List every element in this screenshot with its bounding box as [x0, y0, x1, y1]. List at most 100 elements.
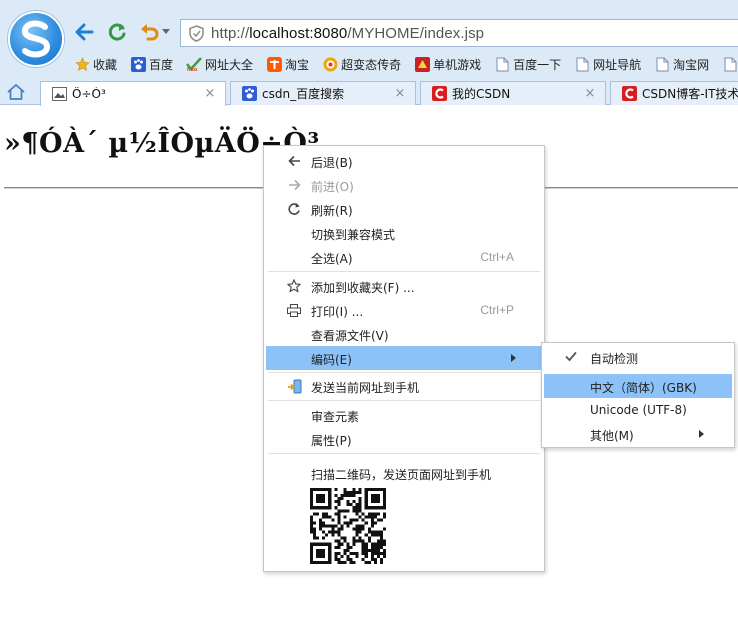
close-icon[interactable]: ×: [393, 86, 407, 101]
shield-icon: [187, 24, 205, 42]
submenu-item-gbk[interactable]: 中文（简体）(GBK): [544, 374, 732, 398]
taobao-icon: [266, 56, 282, 72]
tab-baidu-search[interactable]: csdn_百度搜索 ×: [230, 81, 416, 105]
bookmark-taobao[interactable]: 淘宝: [266, 56, 309, 73]
close-icon[interactable]: ×: [203, 87, 217, 101]
close-icon[interactable]: ×: [583, 86, 597, 101]
bookmarks-bar: 收藏 百度 hao 网址大全 淘宝 超变态传奇 单机游戏 百度一下 网址导航 淘…: [74, 54, 738, 74]
bookmark-taobao-site[interactable]: 淘宝网: [654, 56, 709, 73]
menu-item-add-favorite[interactable]: 添加到收藏夹(F) ...: [266, 274, 542, 298]
hao123-icon: hao: [186, 56, 202, 72]
tab-my-csdn[interactable]: 我的CSDN ×: [420, 81, 606, 105]
refresh-icon: [286, 201, 302, 217]
printer-icon: [286, 302, 302, 318]
bookmark-baidu-search[interactable]: 百度一下: [494, 56, 561, 73]
menu-item-back[interactable]: 后退(B): [266, 149, 542, 173]
bookmark-favorites[interactable]: 收藏: [74, 56, 117, 73]
menu-label: 后退(B): [311, 156, 353, 170]
game-icon: [322, 56, 338, 72]
bookmark-baidu[interactable]: 百度: [130, 56, 173, 73]
bookmark-game[interactable]: 超变态传奇: [322, 56, 401, 73]
bookmark-jd[interactable]: 京: [722, 56, 738, 73]
menu-item-forward[interactable]: 前进(O): [266, 173, 542, 197]
page-icon: [722, 56, 738, 72]
context-menu: 后退(B) 前进(O) 刷新(R) 切换到兼容模式 全选(A) Ctrl+A 添…: [263, 145, 545, 572]
menu-item-encoding[interactable]: 编码(E): [266, 346, 542, 370]
submenu-label: Unicode (UTF-8): [590, 403, 687, 417]
url-text[interactable]: http://localhost:8080/MYHOME/index.jsp: [211, 25, 484, 42]
submenu-label: 其他(M): [590, 429, 634, 443]
bookmark-label: 网址大全: [205, 57, 254, 72]
submenu-item-utf8[interactable]: Unicode (UTF-8): [544, 398, 732, 422]
tab-csdn-blog[interactable]: CSDN博客-IT技术写: [610, 81, 738, 105]
menu-separator: [268, 400, 540, 401]
baidu-paw-icon: [130, 56, 146, 72]
tab-home-page[interactable]: Ö÷Ò³ ×: [40, 81, 226, 106]
menu-label: 属性(P): [311, 434, 352, 448]
menu-separator: [268, 453, 540, 454]
csdn-icon: [431, 86, 447, 102]
url-scheme: http://: [211, 24, 250, 42]
menu-item-qr-send: 扫描二维码，发送页面网址到手机: [266, 461, 542, 485]
bookmark-hao123[interactable]: hao 网址大全: [186, 56, 253, 73]
menu-item-print[interactable]: 打印(I) ... Ctrl+P: [266, 298, 542, 322]
browser-chrome: http://localhost:8080/MYHOME/index.jsp 收…: [0, 0, 738, 106]
menu-label: 添加到收藏夹(F) ...: [311, 281, 415, 295]
menu-label: 刷新(R): [311, 204, 353, 218]
undo-dropdown-button[interactable]: [160, 20, 172, 44]
star-icon: [74, 56, 90, 72]
home-icon: [7, 84, 25, 100]
back-arrow-icon: [75, 23, 94, 41]
menu-label: 切换到兼容模式: [311, 228, 396, 242]
menu-label: 全选(A): [311, 252, 353, 266]
page-icon: [494, 56, 510, 72]
submenu-arrow-icon: [511, 354, 516, 362]
undo-arrow-icon: [141, 24, 159, 41]
menu-item-properties[interactable]: 属性(P): [266, 427, 542, 451]
menu-label: 打印(I) ...: [311, 305, 364, 319]
menu-item-refresh[interactable]: 刷新(R): [266, 197, 542, 221]
game-site-icon: [414, 56, 430, 72]
send-to-phone-icon: [286, 378, 302, 394]
submenu-label: 中文（简体）(GBK): [590, 381, 697, 395]
refresh-icon: [108, 23, 126, 41]
menu-label: 发送当前网址到手机: [311, 381, 420, 395]
checkmark-icon: [564, 349, 580, 365]
bookmark-game-site[interactable]: 单机游戏: [414, 56, 481, 73]
bookmark-label: 单机游戏: [433, 57, 482, 72]
baidu-paw-icon: [241, 86, 257, 102]
url-path: /MYHOME/index.jsp: [347, 24, 485, 42]
tab-strip: Ö÷Ò³ × csdn_百度搜索 × 我的CSDN × CSDN博客-IT技术写: [0, 79, 738, 106]
menu-item-inspect[interactable]: 审查元素: [266, 403, 542, 427]
qr-code-image[interactable]: [310, 488, 386, 564]
menu-item-view-source[interactable]: 查看源文件(V): [266, 322, 542, 346]
back-button[interactable]: [72, 20, 96, 44]
bookmark-label: 百度: [149, 57, 174, 72]
sogou-browser-logo[interactable]: [8, 11, 64, 67]
csdn-icon: [621, 86, 637, 102]
bookmark-label: 淘宝: [285, 57, 310, 72]
submenu-arrow-icon: [699, 430, 704, 438]
menu-label: 前进(O): [311, 180, 354, 194]
page-icon: [654, 56, 670, 72]
menu-label: 扫描二维码，发送页面网址到手机: [311, 468, 492, 482]
tab-label: Ö÷Ò³: [72, 87, 106, 101]
chevron-down-icon: [162, 29, 170, 34]
menu-separator: [268, 271, 540, 272]
submenu-item-auto-detect[interactable]: 自动检测: [544, 345, 732, 369]
submenu-item-other[interactable]: 其他(M): [544, 422, 732, 446]
refresh-button[interactable]: [105, 20, 129, 44]
address-bar[interactable]: http://localhost:8080/MYHOME/index.jsp: [180, 19, 738, 47]
image-icon: [51, 86, 67, 102]
menu-item-send-to-phone[interactable]: 发送当前网址到手机: [266, 374, 542, 398]
menu-item-compat-mode[interactable]: 切换到兼容模式: [266, 221, 542, 245]
bookmark-label: 网址导航: [593, 57, 642, 72]
tab-label: CSDN博客-IT技术写: [642, 87, 738, 101]
bookmark-nav[interactable]: 网址导航: [574, 56, 641, 73]
menu-item-select-all[interactable]: 全选(A) Ctrl+A: [266, 245, 542, 269]
url-host: localhost:8080: [249, 24, 348, 42]
undo-close-tab-button[interactable]: [138, 20, 162, 44]
svg-text:hao: hao: [187, 67, 198, 72]
submenu-label: 自动检测: [590, 352, 639, 366]
home-button[interactable]: [6, 83, 28, 103]
